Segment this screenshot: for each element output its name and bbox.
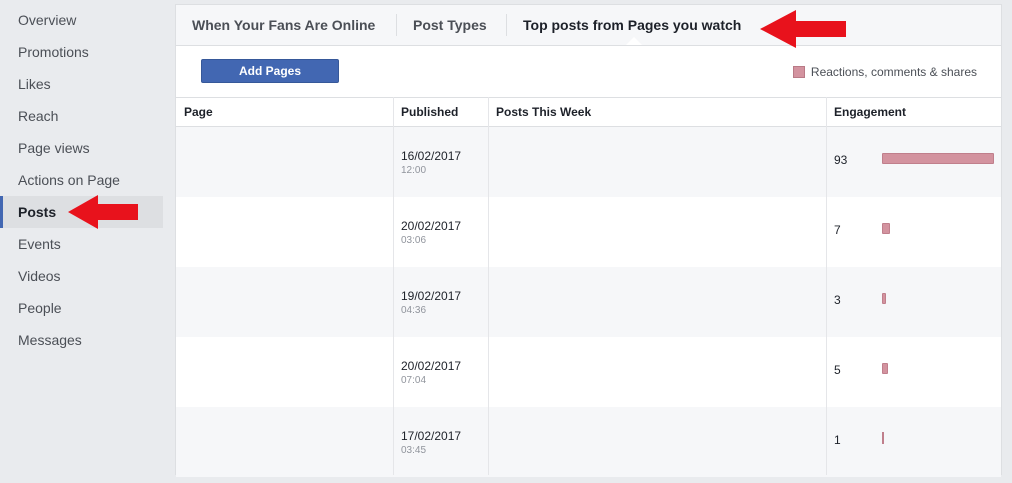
published-date: 17/02/2017 bbox=[401, 429, 462, 443]
engagement-value: 93 bbox=[834, 153, 848, 167]
published-date: 20/02/2017 bbox=[401, 219, 462, 233]
table-row: 17/02/2017 03:45 1 bbox=[176, 407, 1001, 477]
published-cell: 16/02/2017 12:00 bbox=[393, 127, 488, 197]
tab-divider bbox=[396, 14, 397, 36]
page-cell[interactable] bbox=[176, 337, 393, 407]
tab-post-types[interactable]: Post Types bbox=[413, 5, 487, 45]
sidebar-item-likes[interactable]: Likes bbox=[0, 68, 163, 100]
engagement-cell: 5 bbox=[826, 337, 1001, 407]
sidebar-item-actions-on-page[interactable]: Actions on Page bbox=[0, 164, 163, 196]
published-time: 07:04 bbox=[401, 375, 427, 386]
engagement-value: 3 bbox=[834, 293, 841, 307]
engagement-bar bbox=[882, 153, 994, 164]
engagement-cell: 7 bbox=[826, 197, 1001, 267]
sidebar-item-videos[interactable]: Videos bbox=[0, 260, 163, 292]
legend-swatch bbox=[792, 66, 805, 78]
legend-label: Reactions, comments & shares bbox=[810, 65, 977, 79]
page-cell[interactable] bbox=[176, 407, 393, 477]
tab-divider bbox=[506, 14, 507, 36]
post-preview-cell[interactable] bbox=[488, 127, 826, 197]
published-time: 03:06 bbox=[401, 235, 427, 246]
post-preview-cell[interactable] bbox=[488, 197, 826, 267]
table-header: Page Published Posts This Week Engagemen… bbox=[176, 97, 1001, 127]
add-pages-button[interactable]: Add Pages bbox=[201, 59, 339, 83]
published-time: 03:45 bbox=[401, 445, 427, 456]
column-header-page[interactable]: Page bbox=[176, 98, 393, 126]
published-cell: 17/02/2017 03:45 bbox=[393, 407, 488, 477]
published-time: 12:00 bbox=[401, 165, 427, 176]
red-arrow-icon bbox=[68, 195, 138, 229]
column-divider bbox=[393, 97, 394, 475]
column-header-engagement[interactable]: Engagement bbox=[826, 98, 1001, 126]
page-cell[interactable] bbox=[176, 267, 393, 337]
published-time: 04:36 bbox=[401, 305, 427, 316]
published-cell: 19/02/2017 04:36 bbox=[393, 267, 488, 337]
table-row: 19/02/2017 04:36 3 bbox=[176, 267, 1001, 337]
sidebar-item-events[interactable]: Events bbox=[0, 228, 163, 260]
published-date: 19/02/2017 bbox=[401, 289, 462, 303]
published-cell: 20/02/2017 07:04 bbox=[393, 337, 488, 407]
engagement-value: 1 bbox=[834, 433, 841, 447]
engagement-bar bbox=[882, 223, 890, 234]
post-preview-cell[interactable] bbox=[488, 337, 826, 407]
active-tab-indicator bbox=[626, 37, 642, 45]
tab-when-fans-online[interactable]: When Your Fans Are Online bbox=[192, 5, 375, 45]
red-arrow-icon bbox=[760, 10, 846, 48]
post-preview-cell[interactable] bbox=[488, 407, 826, 477]
sidebar-item-reach[interactable]: Reach bbox=[0, 100, 163, 132]
published-cell: 20/02/2017 03:06 bbox=[393, 197, 488, 267]
top-posts-table: Page Published Posts This Week Engagemen… bbox=[176, 97, 1001, 477]
published-date: 20/02/2017 bbox=[401, 359, 462, 373]
post-preview-cell[interactable] bbox=[488, 267, 826, 337]
engagement-value: 7 bbox=[834, 223, 841, 237]
column-header-published[interactable]: Published bbox=[393, 98, 488, 126]
engagement-bar bbox=[882, 432, 884, 444]
column-divider bbox=[826, 97, 827, 475]
sidebar-item-overview[interactable]: Overview bbox=[0, 4, 163, 36]
engagement-bar bbox=[882, 293, 886, 304]
table-row: 20/02/2017 07:04 5 bbox=[176, 337, 1001, 407]
chart-legend: Reactions, comments & shares bbox=[792, 65, 977, 79]
column-header-posts-this-week[interactable]: Posts This Week bbox=[488, 98, 826, 126]
insights-panel: When Your Fans Are Online Post Types Top… bbox=[175, 4, 1002, 477]
engagement-cell: 3 bbox=[826, 267, 1001, 337]
sidebar-item-messages[interactable]: Messages bbox=[0, 324, 163, 356]
published-date: 16/02/2017 bbox=[401, 149, 462, 163]
sidebar-item-people[interactable]: People bbox=[0, 292, 163, 324]
engagement-value: 5 bbox=[834, 363, 841, 377]
table-row: 20/02/2017 03:06 7 bbox=[176, 197, 1001, 267]
engagement-cell: 93 bbox=[826, 127, 1001, 197]
tab-bar: When Your Fans Are Online Post Types Top… bbox=[176, 5, 1001, 46]
sidebar-item-page-views[interactable]: Page views bbox=[0, 132, 163, 164]
sidebar-nav: Overview Promotions Likes Reach Page vie… bbox=[0, 4, 163, 356]
table-row: 16/02/2017 12:00 93 bbox=[176, 127, 1001, 197]
engagement-cell: 1 bbox=[826, 407, 1001, 477]
page-cell[interactable] bbox=[176, 127, 393, 197]
sidebar-item-promotions[interactable]: Promotions bbox=[0, 36, 163, 68]
column-divider bbox=[488, 97, 489, 475]
page-cell[interactable] bbox=[176, 197, 393, 267]
engagement-bar bbox=[882, 363, 888, 374]
